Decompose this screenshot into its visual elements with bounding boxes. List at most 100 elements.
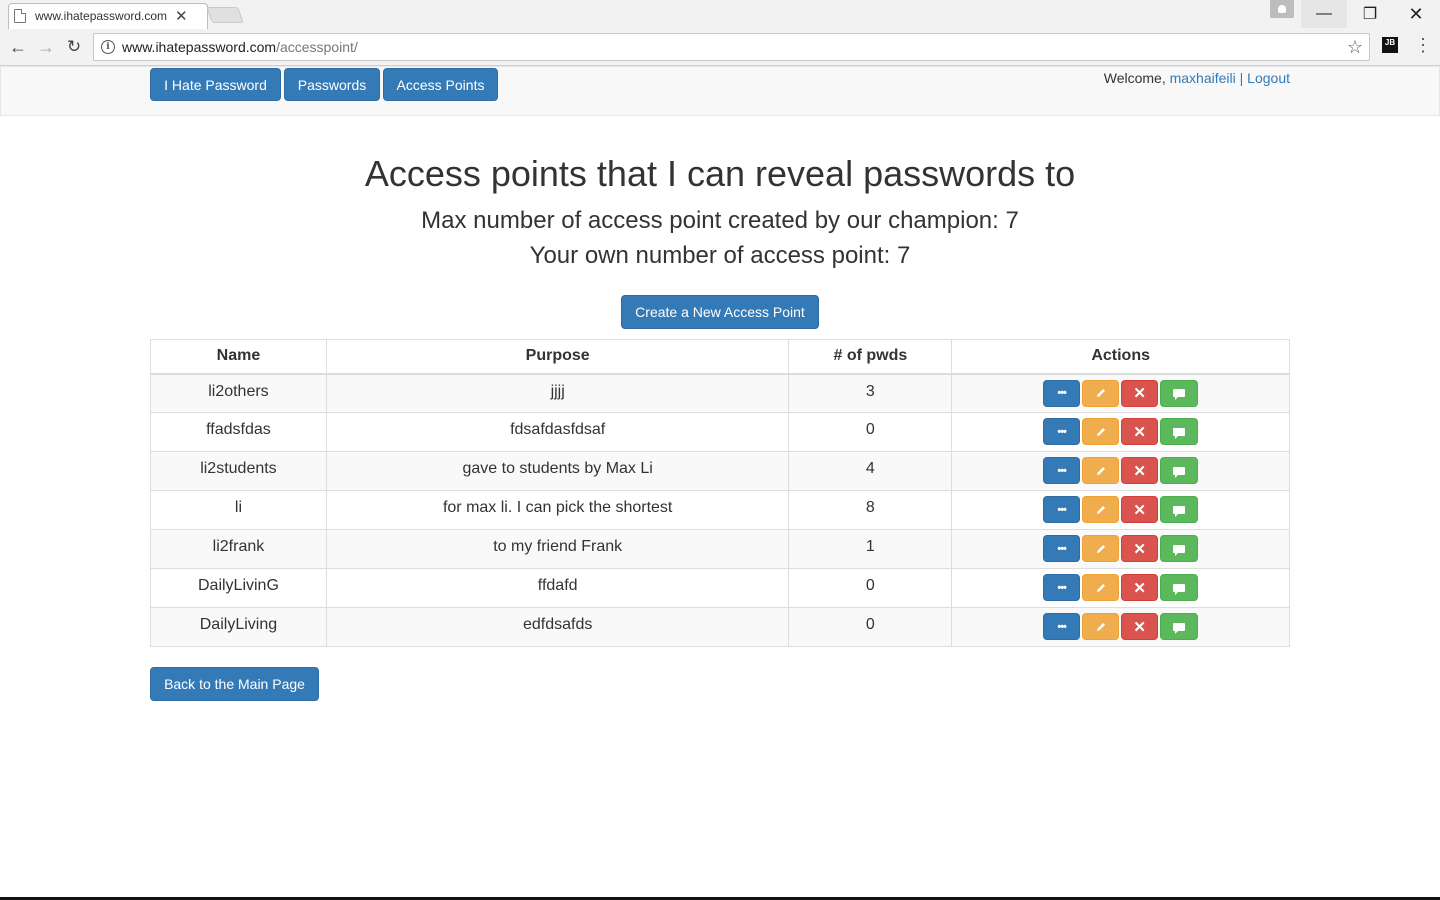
message-button[interactable] bbox=[1160, 418, 1199, 445]
details-button[interactable]: ••• bbox=[1043, 496, 1081, 523]
delete-button[interactable]: ✕ bbox=[1121, 457, 1159, 484]
message-button[interactable] bbox=[1160, 535, 1199, 562]
logout-link[interactable]: Logout bbox=[1247, 70, 1290, 86]
table-row: li2students gave to students by Max Li 4 ••… bbox=[150, 451, 1290, 491]
delete-button[interactable]: ✕ bbox=[1121, 418, 1159, 445]
x-icon: ✕ bbox=[1133, 501, 1146, 519]
cell-name: li2others bbox=[150, 373, 327, 413]
x-icon: ✕ bbox=[1133, 579, 1146, 597]
passwords-button[interactable]: Passwords bbox=[284, 68, 380, 101]
edit-button[interactable] bbox=[1082, 574, 1120, 601]
info-icon[interactable]: i bbox=[101, 40, 115, 54]
extension-icon[interactable]: JB bbox=[1382, 37, 1398, 53]
browser-tabstrip: www.ihatepassword.com ✕ — ❐ ✕ bbox=[0, 0, 1440, 29]
welcome-text: Welcome, bbox=[1103, 70, 1166, 86]
cell-purpose: jjjj bbox=[325, 373, 790, 413]
pencil-icon bbox=[1096, 427, 1105, 436]
page-icon bbox=[14, 9, 26, 23]
cell-actions: ••• ✕ bbox=[951, 412, 1290, 452]
details-button[interactable]: ••• bbox=[1043, 574, 1081, 601]
message-button[interactable] bbox=[1160, 613, 1199, 640]
edit-button[interactable] bbox=[1082, 457, 1120, 484]
window-close-button[interactable]: ✕ bbox=[1393, 0, 1439, 28]
x-icon: ✕ bbox=[1133, 540, 1146, 558]
table-row: DailyLivinG ffdafd 0 ••• ✕ bbox=[150, 568, 1290, 608]
cell-actions: ••• ✕ bbox=[951, 607, 1290, 647]
details-button[interactable]: ••• bbox=[1043, 379, 1081, 407]
restore-button[interactable]: ❐ bbox=[1347, 0, 1393, 28]
welcome-area: Welcome, maxhaifeili | Logout bbox=[1104, 70, 1290, 86]
edit-button[interactable] bbox=[1082, 418, 1120, 445]
reload-icon[interactable]: ↻ bbox=[64, 37, 84, 57]
cell-pwds: 0 bbox=[788, 568, 953, 608]
cell-pwds: 8 bbox=[788, 490, 953, 530]
table-row: li2frank to my friend Frank 1 ••• ✕ bbox=[150, 529, 1290, 569]
ellipsis-icon: ••• bbox=[1057, 503, 1067, 516]
pencil-icon bbox=[1096, 622, 1105, 631]
delete-button[interactable]: ✕ bbox=[1121, 379, 1159, 407]
tab-close-icon[interactable]: ✕ bbox=[175, 7, 188, 25]
edit-button[interactable] bbox=[1082, 613, 1120, 640]
bookmark-star-icon[interactable]: ☆ bbox=[1347, 37, 1363, 58]
x-icon: ✕ bbox=[1133, 423, 1146, 441]
edit-button[interactable] bbox=[1082, 496, 1120, 523]
details-button[interactable]: ••• bbox=[1043, 535, 1081, 562]
back-arrow-icon[interactable]: ← bbox=[8, 37, 28, 57]
table-row: DailyLiving edfdsafds 0 ••• ✕ bbox=[150, 607, 1290, 647]
create-access-point-button[interactable]: Create a New Access Point bbox=[621, 295, 819, 329]
separator: | bbox=[1239, 70, 1244, 86]
minimize-button[interactable]: — bbox=[1301, 0, 1347, 28]
cell-pwds: 0 bbox=[788, 607, 953, 647]
cell-name: ffadsfdas bbox=[150, 412, 327, 452]
cell-name: li2students bbox=[150, 451, 327, 491]
url-path: /accesspoint/ bbox=[276, 39, 358, 55]
comment-icon bbox=[1173, 544, 1186, 556]
cell-pwds: 0 bbox=[788, 412, 953, 452]
cell-pwds: 4 bbox=[788, 451, 953, 491]
ellipsis-icon: ••• bbox=[1057, 464, 1067, 477]
comment-icon bbox=[1173, 466, 1186, 478]
cell-name: li bbox=[150, 490, 327, 530]
pencil-icon bbox=[1096, 466, 1105, 475]
cell-purpose: to my friend Frank bbox=[325, 529, 790, 569]
delete-button[interactable]: ✕ bbox=[1121, 535, 1159, 562]
ellipsis-icon: ••• bbox=[1057, 581, 1067, 594]
back-to-main-button[interactable]: Back to the Main Page bbox=[150, 667, 319, 701]
url-host: www.ihatepassword.com bbox=[122, 39, 277, 55]
profile-icon[interactable] bbox=[1270, 0, 1294, 18]
column-header-actions: Actions bbox=[951, 339, 1290, 375]
table-row: li2others jjjj 3 ••• ✕ bbox=[150, 373, 1290, 413]
details-button[interactable]: ••• bbox=[1043, 457, 1081, 484]
cell-actions: ••• ✕ bbox=[951, 373, 1290, 413]
message-button[interactable] bbox=[1160, 496, 1199, 523]
access-points-button[interactable]: Access Points bbox=[383, 68, 498, 101]
comment-icon bbox=[1173, 505, 1186, 517]
username-link[interactable]: maxhaifeili bbox=[1170, 70, 1236, 86]
message-button[interactable] bbox=[1160, 379, 1199, 407]
pencil-icon bbox=[1096, 583, 1105, 592]
cell-actions: ••• ✕ bbox=[951, 451, 1290, 491]
table-row: ffadsfdas fdsafdasfdsaf 0 ••• ✕ bbox=[150, 412, 1290, 452]
edit-button[interactable] bbox=[1082, 535, 1120, 562]
browser-tab-content[interactable]: www.ihatepassword.com ✕ bbox=[14, 3, 200, 29]
cell-name: DailyLiving bbox=[150, 607, 327, 647]
new-tab-button[interactable] bbox=[206, 7, 244, 23]
forward-arrow-icon[interactable]: → bbox=[36, 37, 56, 57]
delete-button[interactable]: ✕ bbox=[1121, 613, 1159, 640]
cell-pwds: 1 bbox=[788, 529, 953, 569]
message-button[interactable] bbox=[1160, 574, 1199, 601]
details-button[interactable]: ••• bbox=[1043, 613, 1081, 640]
cell-actions: ••• ✕ bbox=[951, 529, 1290, 569]
message-button[interactable] bbox=[1160, 457, 1199, 484]
menu-kebab-icon[interactable]: ⋮ bbox=[1414, 35, 1432, 55]
address-bar[interactable]: i www.ihatepassword.com/accesspoint/ ☆ bbox=[93, 33, 1370, 61]
delete-button[interactable]: ✕ bbox=[1121, 496, 1159, 523]
table-row: li for max li. I can pick the shortest 8 ••… bbox=[150, 490, 1290, 530]
comment-icon bbox=[1173, 389, 1186, 400]
column-header-purpose: Purpose bbox=[325, 339, 790, 375]
delete-button[interactable]: ✕ bbox=[1121, 574, 1159, 601]
brand-button[interactable]: I Hate Password bbox=[150, 68, 281, 101]
details-button[interactable]: ••• bbox=[1043, 418, 1081, 445]
edit-button[interactable] bbox=[1082, 379, 1120, 407]
pencil-icon bbox=[1096, 544, 1105, 553]
